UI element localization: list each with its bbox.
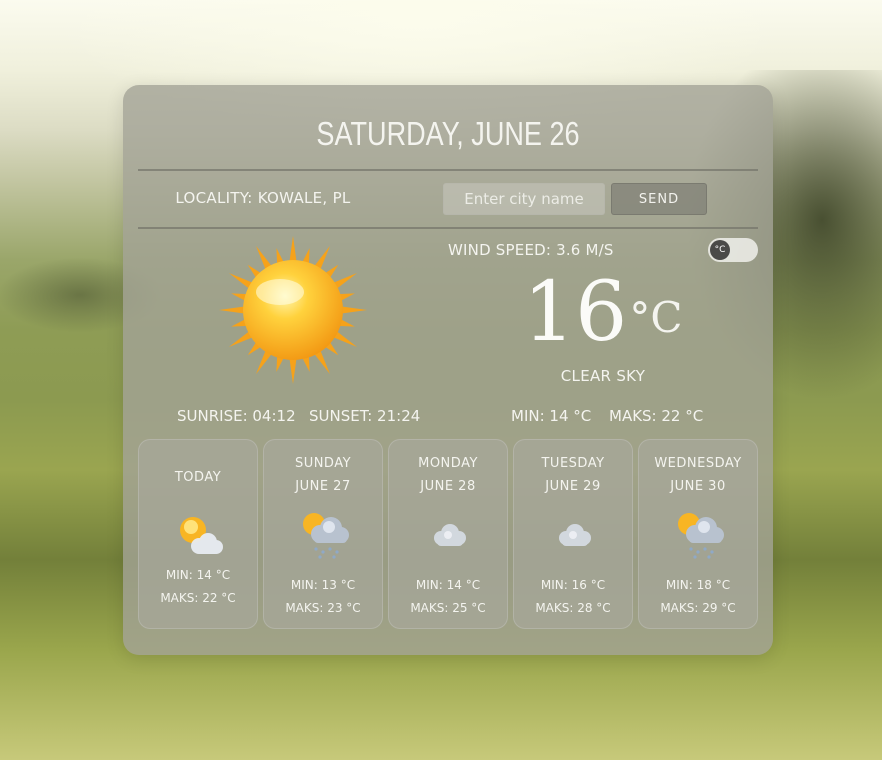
forecast-day-date: JUNE 28 bbox=[420, 479, 476, 494]
sun-ray bbox=[289, 357, 297, 384]
weather-description: CLEAR SKY bbox=[560, 367, 646, 385]
sun-cloud-rain-icon bbox=[678, 513, 724, 559]
temperature-unit: °C bbox=[629, 293, 683, 342]
forecast-day-name: TUESDAY bbox=[541, 456, 605, 471]
unit-toggle-knob: °C bbox=[710, 240, 730, 260]
forecast-min: MIN: 14 °C bbox=[415, 578, 481, 592]
forecast-day-name: SUNDAY bbox=[294, 456, 352, 471]
temperature-value: 16 bbox=[523, 265, 628, 360]
sunset-time: SUNSET: 21:24 bbox=[309, 407, 421, 425]
forecast-day-tuesday[interactable]: TUESDAY JUNE 29 MIN: 16 °C MAKS: 28 °C bbox=[513, 439, 633, 629]
forecast-day-monday[interactable]: MONDAY JUNE 28 MIN: 14 °C MAKS: 25 °C bbox=[388, 439, 508, 629]
today-max-temp: MAKS: 22 °C bbox=[609, 407, 704, 425]
current-temperature: 16°C bbox=[523, 265, 703, 360]
sun-cloud-rain-icon bbox=[303, 513, 349, 559]
cloud-icon bbox=[559, 524, 591, 546]
forecast-max: MAKS: 22 °C bbox=[160, 591, 236, 605]
sunrise-time: SUNRISE: 04:12 bbox=[177, 407, 296, 425]
sun-ray bbox=[289, 236, 297, 263]
forecast-min: MIN: 14 °C bbox=[165, 568, 231, 582]
forecast-day-sunday[interactable]: SUNDAY JUNE 27 MIN: 13 °C MAKS: 23 °C bbox=[263, 439, 383, 629]
forecast-day-date: JUNE 29 bbox=[545, 479, 601, 494]
current-date: SATURDAY, JUNE 26 bbox=[316, 115, 580, 152]
send-button[interactable]: SEND bbox=[611, 183, 707, 215]
forecast-list: TODAY MIN: 14 °C MAKS: 22 °C SUNDAY JUNE… bbox=[138, 439, 758, 629]
forecast-min: MIN: 16 °C bbox=[540, 578, 606, 592]
forecast-max: MAKS: 23 °C bbox=[285, 601, 361, 615]
forecast-day-today[interactable]: TODAY MIN: 14 °C MAKS: 22 °C bbox=[138, 439, 258, 629]
forecast-max: MAKS: 25 °C bbox=[410, 601, 486, 615]
sun-ray bbox=[219, 306, 246, 314]
unit-toggle[interactable]: °C bbox=[708, 238, 758, 262]
forecast-day-name: MONDAY bbox=[418, 456, 478, 471]
forecast-max: MAKS: 28 °C bbox=[535, 601, 611, 615]
locality-label: LOCALITY: KOWALE, PL bbox=[175, 189, 351, 207]
forecast-day-date: JUNE 27 bbox=[295, 479, 351, 494]
today-min-temp: MIN: 14 °C bbox=[511, 407, 592, 425]
divider bbox=[138, 227, 758, 229]
forecast-min: MIN: 18 °C bbox=[665, 578, 731, 592]
sun-icon bbox=[219, 236, 367, 384]
forecast-max: MAKS: 29 °C bbox=[660, 601, 736, 615]
cloud-icon bbox=[434, 524, 466, 546]
sun-behind-cloud-icon bbox=[180, 517, 223, 554]
forecast-day-name: TODAY bbox=[174, 470, 222, 485]
forecast-day-wednesday[interactable]: WEDNESDAY JUNE 30 MIN: 18 °C MAKS: 29 °C bbox=[638, 439, 758, 629]
sun-ray bbox=[340, 306, 367, 314]
wind-speed: WIND SPEED: 3.6 M/S bbox=[448, 241, 614, 259]
forecast-min: MIN: 13 °C bbox=[290, 578, 356, 592]
weather-card: SATURDAY, JUNE 26 LOCALITY: KOWALE, PL S… bbox=[123, 85, 773, 655]
forecast-day-name: WEDNESDAY bbox=[654, 456, 742, 471]
divider bbox=[138, 169, 758, 171]
forecast-day-date: JUNE 30 bbox=[670, 479, 726, 494]
city-name-input[interactable] bbox=[443, 183, 605, 215]
